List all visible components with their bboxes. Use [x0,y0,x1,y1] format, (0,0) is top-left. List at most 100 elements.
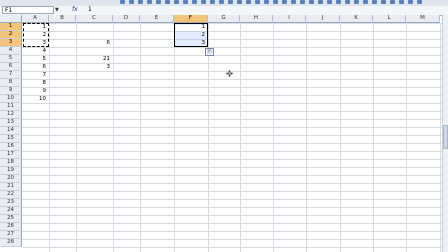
toolbar-button-icon[interactable] [156,0,161,4]
row-header-24[interactable]: 24 [0,207,22,215]
column-header-l[interactable]: L [373,15,406,23]
column-header-g[interactable]: G [208,15,240,23]
toolbar-button-icon[interactable] [291,0,296,4]
toolbar-button-icon[interactable] [183,0,188,4]
formula-input[interactable]: 1 [88,6,92,14]
toolbar-button-icon[interactable] [246,0,251,4]
column-header-a[interactable]: A [22,15,49,23]
cell-a9[interactable]: 9 [22,87,47,95]
toolbar-button-icon[interactable] [363,0,368,4]
toolbar-button-icon[interactable] [165,0,170,4]
toolbar-button-icon[interactable] [408,0,413,4]
row-header-19[interactable]: 19 [0,167,22,175]
row-header-5[interactable]: 5 [0,55,22,63]
toolbar-button-icon[interactable] [273,0,278,4]
cell-a4[interactable]: 4 [22,47,47,55]
row-header-26[interactable]: 26 [0,223,22,231]
name-box-dropdown-icon[interactable]: ▼ [55,7,60,13]
row-header-11[interactable]: 11 [0,103,22,111]
toolbar-button-icon[interactable] [147,0,152,4]
toolbar-button-icon[interactable] [354,0,359,4]
column-header-d[interactable]: D [113,15,140,23]
cell-a7[interactable]: 7 [22,71,47,79]
row-header-21[interactable]: 21 [0,183,22,191]
cell-a3[interactable]: 3 [22,39,47,47]
select-all-corner[interactable] [0,15,22,23]
toolbar-button-icon[interactable] [174,0,179,4]
cell-c6[interactable]: 3 [76,63,111,71]
row-header-15[interactable]: 15 [0,135,22,143]
column-header-k[interactable]: K [340,15,373,23]
row-header-2[interactable]: 2 [0,31,22,39]
toolbar-button-icon[interactable] [345,0,350,4]
toolbar-button-icon[interactable] [372,0,377,4]
cell-f1[interactable]: 1 [174,23,206,31]
toolbar-button-icon[interactable] [120,0,125,4]
toolbar-button-icon[interactable] [318,0,323,4]
toolbar-button-icon[interactable] [255,0,260,4]
row-header-14[interactable]: 14 [0,127,22,135]
column-header-i[interactable]: I [273,15,306,23]
cell-a2[interactable]: 2 [22,31,47,39]
cursor-icon [226,70,233,77]
toolbar-button-icon[interactable] [192,0,197,4]
toolbar-button-icon[interactable] [228,0,233,4]
toolbar-button-icon[interactable] [327,0,332,4]
cell-a5[interactable]: 5 [22,55,47,63]
paste-options-icon[interactable]: Ⓟ [205,48,214,56]
row-header-6[interactable]: 6 [0,63,22,71]
column-header-c[interactable]: C [76,15,113,23]
row-header-25[interactable]: 25 [0,215,22,223]
cell-c3[interactable]: 6 [76,39,111,47]
column-header-f[interactable]: F [174,15,208,23]
row-header-9[interactable]: 9 [0,87,22,95]
row-header-20[interactable]: 20 [0,175,22,183]
row-header-12[interactable]: 12 [0,111,22,119]
column-header-e[interactable]: E [140,15,174,23]
toolbar-button-icon[interactable] [381,0,386,4]
row-header-23[interactable]: 23 [0,199,22,207]
vertical-scrollbar[interactable] [442,15,448,252]
toolbar-button-icon[interactable] [201,0,206,4]
row-header-3[interactable]: 3 [0,39,22,47]
cell-c5[interactable]: 21 [76,55,111,63]
cell-a8[interactable]: 8 [22,79,47,87]
toolbar-button-icon[interactable] [282,0,287,4]
row-header-13[interactable]: 13 [0,119,22,127]
toolbar-button-icon[interactable] [237,0,242,4]
name-box[interactable]: F1 [2,6,54,14]
toolbar-button-icon[interactable] [309,0,314,4]
toolbar-button-icon[interactable] [390,0,395,4]
row-header-28[interactable]: 28 [0,239,22,247]
toolbar-button-icon[interactable] [138,0,143,4]
cell-a1[interactable]: 1 [22,23,47,31]
column-header-b[interactable]: B [49,15,76,23]
toolbar-button-icon[interactable] [264,0,269,4]
row-header-4[interactable]: 4 [0,47,22,55]
row-header-18[interactable]: 18 [0,159,22,167]
cell-a6[interactable]: 6 [22,63,47,71]
toolbar-button-icon[interactable] [210,0,215,4]
cell-f2[interactable]: 2 [174,31,206,39]
toolbar-button-icon[interactable] [336,0,341,4]
insert-function-icon[interactable]: fx [72,6,86,14]
row-header-8[interactable]: 8 [0,79,22,87]
toolbar-button-icon[interactable] [300,0,305,4]
toolbar-button-icon[interactable] [417,0,422,4]
row-header-1[interactable]: 1 [0,23,22,31]
toolbar-button-icon[interactable] [399,0,404,4]
scrollbar-thumb[interactable] [443,125,448,149]
row-header-16[interactable]: 16 [0,143,22,151]
cell-f3[interactable]: 3 [174,39,206,47]
row-header-22[interactable]: 22 [0,191,22,199]
toolbar-button-icon[interactable] [219,0,224,4]
column-header-m[interactable]: M [406,15,440,23]
row-header-17[interactable]: 17 [0,151,22,159]
row-header-10[interactable]: 10 [0,95,22,103]
column-header-h[interactable]: H [240,15,273,23]
row-header-7[interactable]: 7 [0,71,22,79]
column-header-j[interactable]: J [306,15,340,23]
row-header-27[interactable]: 27 [0,231,22,239]
toolbar-button-icon[interactable] [129,0,134,4]
cell-a10[interactable]: 10 [22,95,47,103]
